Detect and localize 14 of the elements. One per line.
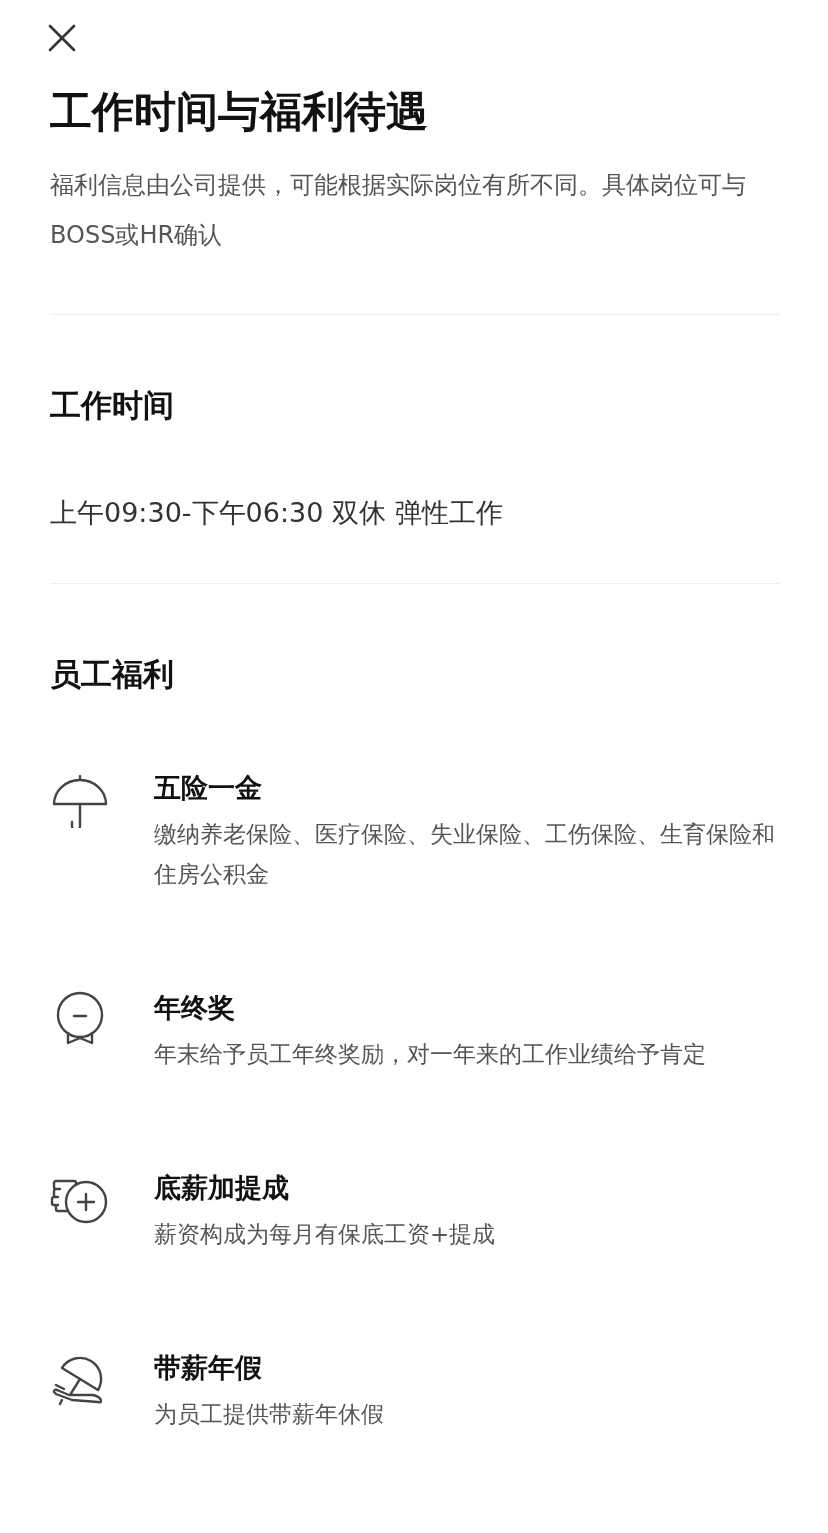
benefit-title: 五险一金 bbox=[154, 771, 263, 805]
section-heading: 工作时间 bbox=[50, 386, 175, 425]
benefit-description: 年末给予员工年终奖励，对一年来的工作业绩给予肯定 bbox=[154, 1040, 706, 1069]
benefit-description: 为员工提供带薪年休假 bbox=[154, 1400, 384, 1429]
work-time-text: 上午09:30-下午06:30 双休 弹性工作 bbox=[50, 496, 504, 530]
page-title: 工作时间与福利待遇 bbox=[50, 86, 429, 138]
benefit-title: 带薪年假 bbox=[154, 1351, 263, 1385]
close-button[interactable] bbox=[48, 24, 76, 52]
benefit-title: 年终奖 bbox=[154, 991, 236, 1025]
subtitle-text: 福利信息由公司提供，可能根据实际岗位有所不同。具体岗位可与BOSS或HR确认 bbox=[50, 170, 747, 251]
section-heading: 员工福利 bbox=[50, 655, 175, 694]
benefit-title: 底薪加提成 bbox=[154, 1171, 290, 1205]
benefit-description: 薪资构成为每月有保底工资+提成 bbox=[154, 1220, 496, 1249]
benefit-description: 缴纳养老保险、医疗保险、失业保险、工伤保险、生育保险和住房公积金 bbox=[154, 820, 776, 889]
